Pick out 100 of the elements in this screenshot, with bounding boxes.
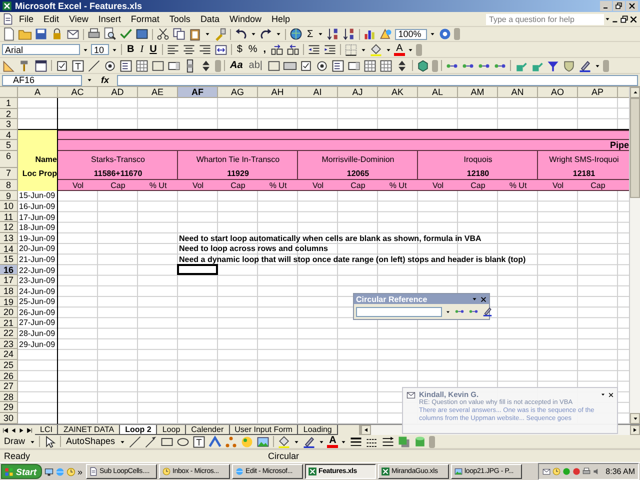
text-box-icon[interactable] xyxy=(71,58,85,72)
page-magnifier-icon[interactable] xyxy=(103,27,117,41)
checkbox-icon[interactable] xyxy=(55,58,69,72)
label-button[interactable]: Aa xyxy=(228,59,245,72)
row-header[interactable]: 23 xyxy=(0,338,18,350)
last-icon[interactable] xyxy=(26,426,33,434)
menu-item[interactable]: Insert xyxy=(93,12,126,26)
row-header[interactable]: 24 xyxy=(0,349,18,360)
pen-line-icon[interactable] xyxy=(482,306,493,317)
grid-icon[interactable] xyxy=(362,58,377,72)
row-header[interactable]: 27 xyxy=(0,381,18,392)
font-field[interactable]: Arial xyxy=(2,44,80,55)
row-header[interactable]: 10 xyxy=(0,201,18,212)
row-header[interactable]: 18 xyxy=(0,286,18,296)
row-header[interactable]: 19 xyxy=(0,296,18,308)
edit-box-button[interactable]: ab| xyxy=(246,59,265,72)
row-header[interactable]: 4 xyxy=(0,130,18,140)
triangle-ruler-icon[interactable] xyxy=(2,58,16,72)
sheet-tab[interactable]: Calender xyxy=(186,425,230,435)
list-box-icon[interactable] xyxy=(330,58,345,72)
globe-icon[interactable] xyxy=(289,27,303,41)
scroll-right-button[interactable] xyxy=(630,425,640,435)
row-header[interactable]: 25 xyxy=(0,360,18,371)
diagram-icon[interactable] xyxy=(224,435,238,448)
toolbar-grip[interactable] xyxy=(432,60,438,72)
underline-button[interactable]: U xyxy=(148,43,159,56)
row-header[interactable]: 14 xyxy=(0,244,18,254)
alert-status-icon[interactable] xyxy=(572,467,581,476)
copy-icon[interactable] xyxy=(172,27,186,41)
menu-item[interactable]: Format xyxy=(126,12,164,26)
group-box-icon[interactable] xyxy=(266,58,281,72)
monitor-icon[interactable] xyxy=(44,466,54,476)
row-header[interactable]: 28 xyxy=(0,392,18,402)
help-icon[interactable] xyxy=(438,27,452,41)
row-header[interactable]: 26 xyxy=(0,370,18,382)
menu-item[interactable]: File xyxy=(14,12,39,26)
align-right-icon[interactable] xyxy=(198,42,212,56)
scroll-thumb[interactable] xyxy=(630,98,640,198)
column-header[interactable]: AI xyxy=(298,87,338,98)
close-icon[interactable] xyxy=(629,14,638,24)
italic-button[interactable]: I xyxy=(138,43,146,56)
help-search-field[interactable]: Type a question for help xyxy=(486,14,604,24)
toolbar-grip[interactable] xyxy=(602,60,609,72)
cell-cursor[interactable] xyxy=(177,264,218,276)
close-icon[interactable] xyxy=(608,392,614,398)
grid-icon[interactable] xyxy=(378,58,393,72)
close-icon[interactable] xyxy=(480,296,487,302)
font-size-field[interactable]: 10 xyxy=(91,44,109,55)
printer-icon[interactable] xyxy=(582,467,591,476)
caret-icon[interactable] xyxy=(471,295,478,303)
toolbar-grip[interactable] xyxy=(454,28,460,40)
currency-button[interactable]: $ xyxy=(234,43,244,56)
oval-icon[interactable] xyxy=(176,435,190,448)
list-box-icon[interactable] xyxy=(119,58,133,72)
column-header[interactable]: AG xyxy=(218,87,258,98)
menu-item[interactable]: Help xyxy=(266,12,295,26)
toolbar-grip[interactable] xyxy=(416,44,422,56)
pen-line-icon[interactable] xyxy=(302,435,316,448)
sheet-tab[interactable]: User Input Form xyxy=(230,425,298,435)
envelope-icon[interactable] xyxy=(542,467,551,476)
scroll-down-button[interactable] xyxy=(630,413,640,424)
sheet-tab[interactable]: LCI xyxy=(35,425,58,435)
column-header[interactable]: AM xyxy=(458,87,498,98)
shapes-icon[interactable] xyxy=(379,27,394,41)
column-header[interactable]: AK xyxy=(378,87,418,98)
scroll-left-button[interactable] xyxy=(361,425,371,435)
sheet-tab[interactable]: Loop 2 xyxy=(120,425,158,435)
minimize-button[interactable] xyxy=(600,1,612,11)
row-header[interactable]: 9 xyxy=(0,190,18,202)
merge-cells-icon[interactable] xyxy=(214,42,228,56)
align-center-icon[interactable] xyxy=(182,42,196,56)
column-header[interactable]: AC xyxy=(58,87,98,98)
wordart-icon[interactable] xyxy=(208,435,222,448)
column-header[interactable]: AJ xyxy=(338,87,378,98)
first-icon[interactable] xyxy=(2,426,9,434)
sheet-tab[interactable]: Loading xyxy=(298,425,338,435)
menu-item[interactable]: View xyxy=(64,12,94,26)
image-icon[interactable] xyxy=(256,435,270,448)
arrow-icon[interactable] xyxy=(144,435,158,448)
row-header[interactable]: 22 xyxy=(0,328,18,339)
column-header[interactable]: AP xyxy=(578,87,618,98)
column-header[interactable]: AF xyxy=(178,87,218,98)
group-box-icon[interactable] xyxy=(151,58,165,72)
decimal-decrease-icon[interactable] xyxy=(286,42,300,56)
column-header[interactable]: A xyxy=(18,87,58,98)
row-header[interactable]: 5 xyxy=(0,140,18,151)
row-header[interactable]: 6 xyxy=(0,150,18,168)
clock-icon[interactable] xyxy=(66,466,76,476)
text-box-icon[interactable] xyxy=(192,435,206,448)
row-header[interactable]: 17 xyxy=(0,275,18,286)
column-header[interactable]: AH xyxy=(258,87,298,98)
arrow-style-icon[interactable] xyxy=(381,435,396,448)
row-header[interactable]: 29 xyxy=(0,402,18,414)
scissors-icon[interactable] xyxy=(156,27,170,41)
borders-icon[interactable] xyxy=(344,42,358,56)
printer-icon[interactable] xyxy=(87,27,101,41)
caret-icon[interactable] xyxy=(600,391,606,398)
paint-bucket-icon[interactable] xyxy=(277,435,292,448)
indent-increase-icon[interactable] xyxy=(323,42,338,56)
autosum-button[interactable]: Σ xyxy=(305,28,316,40)
